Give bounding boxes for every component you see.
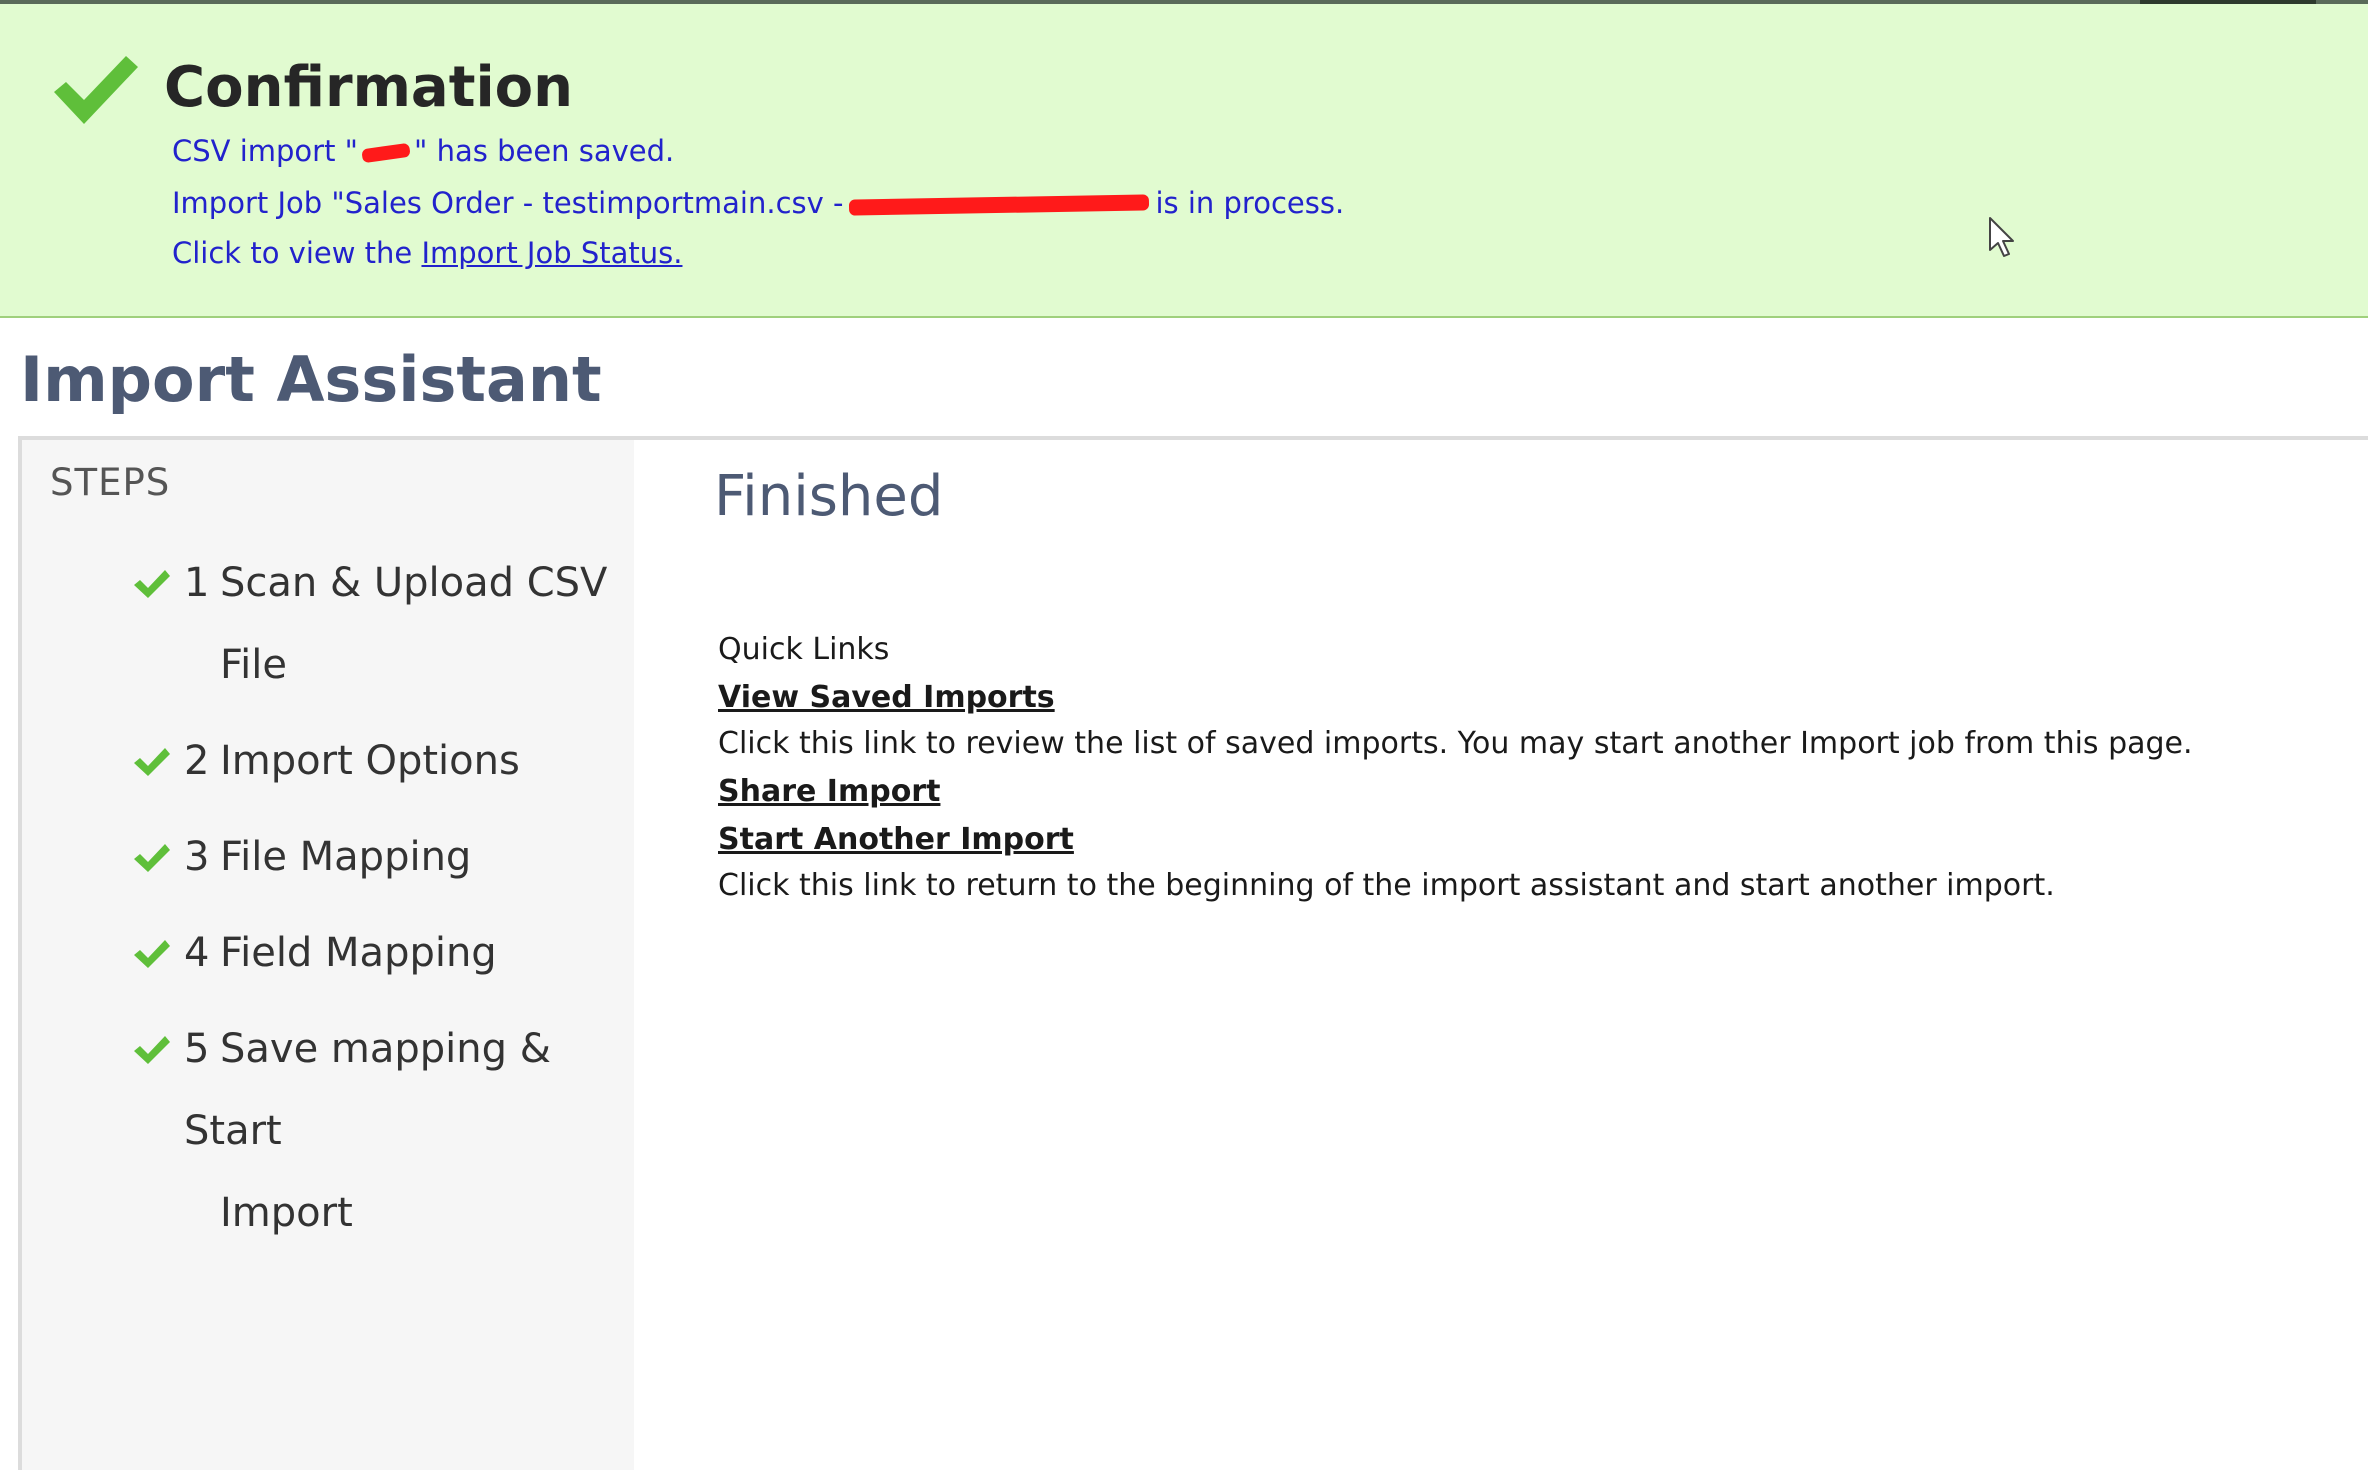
step-label: Field Mapping [220,930,497,976]
step-label: Scan & Upload CSV [220,560,608,606]
share-import-row: Share Import [718,772,940,812]
confirmation-banner: Confirmation CSV import " " has been save… [0,4,2368,318]
start-another-import-description: Click this link to return to the beginni… [718,868,2055,903]
saved-message-suffix: " has been saved. [414,134,675,168]
import-wizard: STEPS 1 Scan & Upload CSV File 2 Import Op… [18,436,2368,1470]
steps-heading: STEPS [50,461,171,504]
page-title: Import Assistant [20,343,602,416]
step-complete-check-icon [134,844,170,872]
step-complete-check-icon [134,1036,170,1064]
redaction-mark [361,142,411,164]
confirmation-title: Confirmation [164,55,574,120]
saved-message-prefix: CSV import " [172,134,359,168]
step-complete-check-icon [134,570,170,598]
step-label-continued: Import [220,1190,353,1236]
confirmation-job-message: Import Job "Sales Order - testimportmain… [172,184,1344,222]
job-message-prefix: Import Job "Sales Order - testimportmain… [172,186,844,220]
step-number: 2 [184,738,210,784]
redaction-mark [849,194,1150,216]
step-number: 1 [184,560,210,606]
step-number: 4 [184,930,210,976]
share-import-link[interactable]: Share Import [718,774,940,809]
quick-links-heading: Quick Links [718,632,890,667]
step-label: Save mapping & Start [184,1026,551,1154]
step-label: File Mapping [220,834,472,880]
step-complete-check-icon [134,748,170,776]
step-number: 3 [184,834,210,880]
confirmation-status-message: Click to view the Import Job Status. [172,234,682,272]
import-job-status-link[interactable]: Import Job Status. [421,236,682,270]
status-message-prefix: Click to view the [172,236,422,270]
view-saved-imports-row: View Saved Imports [718,678,1055,718]
steps-panel: STEPS 1 Scan & Upload CSV File 2 Import Op… [22,440,634,1470]
confirmation-check-icon [54,56,138,124]
finished-title: Finished [714,464,944,529]
step-label-continued: File [220,642,287,688]
confirmation-saved-message: CSV import " " has been saved. [172,132,674,170]
start-another-import-row: Start Another Import [718,820,1074,860]
step-number: 5 [184,1026,210,1072]
step-complete-check-icon [134,940,170,968]
view-saved-imports-description: Click this link to review the list of sa… [718,726,2193,761]
mouse-cursor-icon [1989,217,2014,257]
view-saved-imports-link[interactable]: View Saved Imports [718,680,1055,715]
job-message-suffix: is in process. [1155,186,1345,220]
step-label: Import Options [220,738,520,784]
start-another-import-link[interactable]: Start Another Import [718,822,1074,857]
main-content: Finished Quick Links View Saved Imports … [634,440,2368,1470]
